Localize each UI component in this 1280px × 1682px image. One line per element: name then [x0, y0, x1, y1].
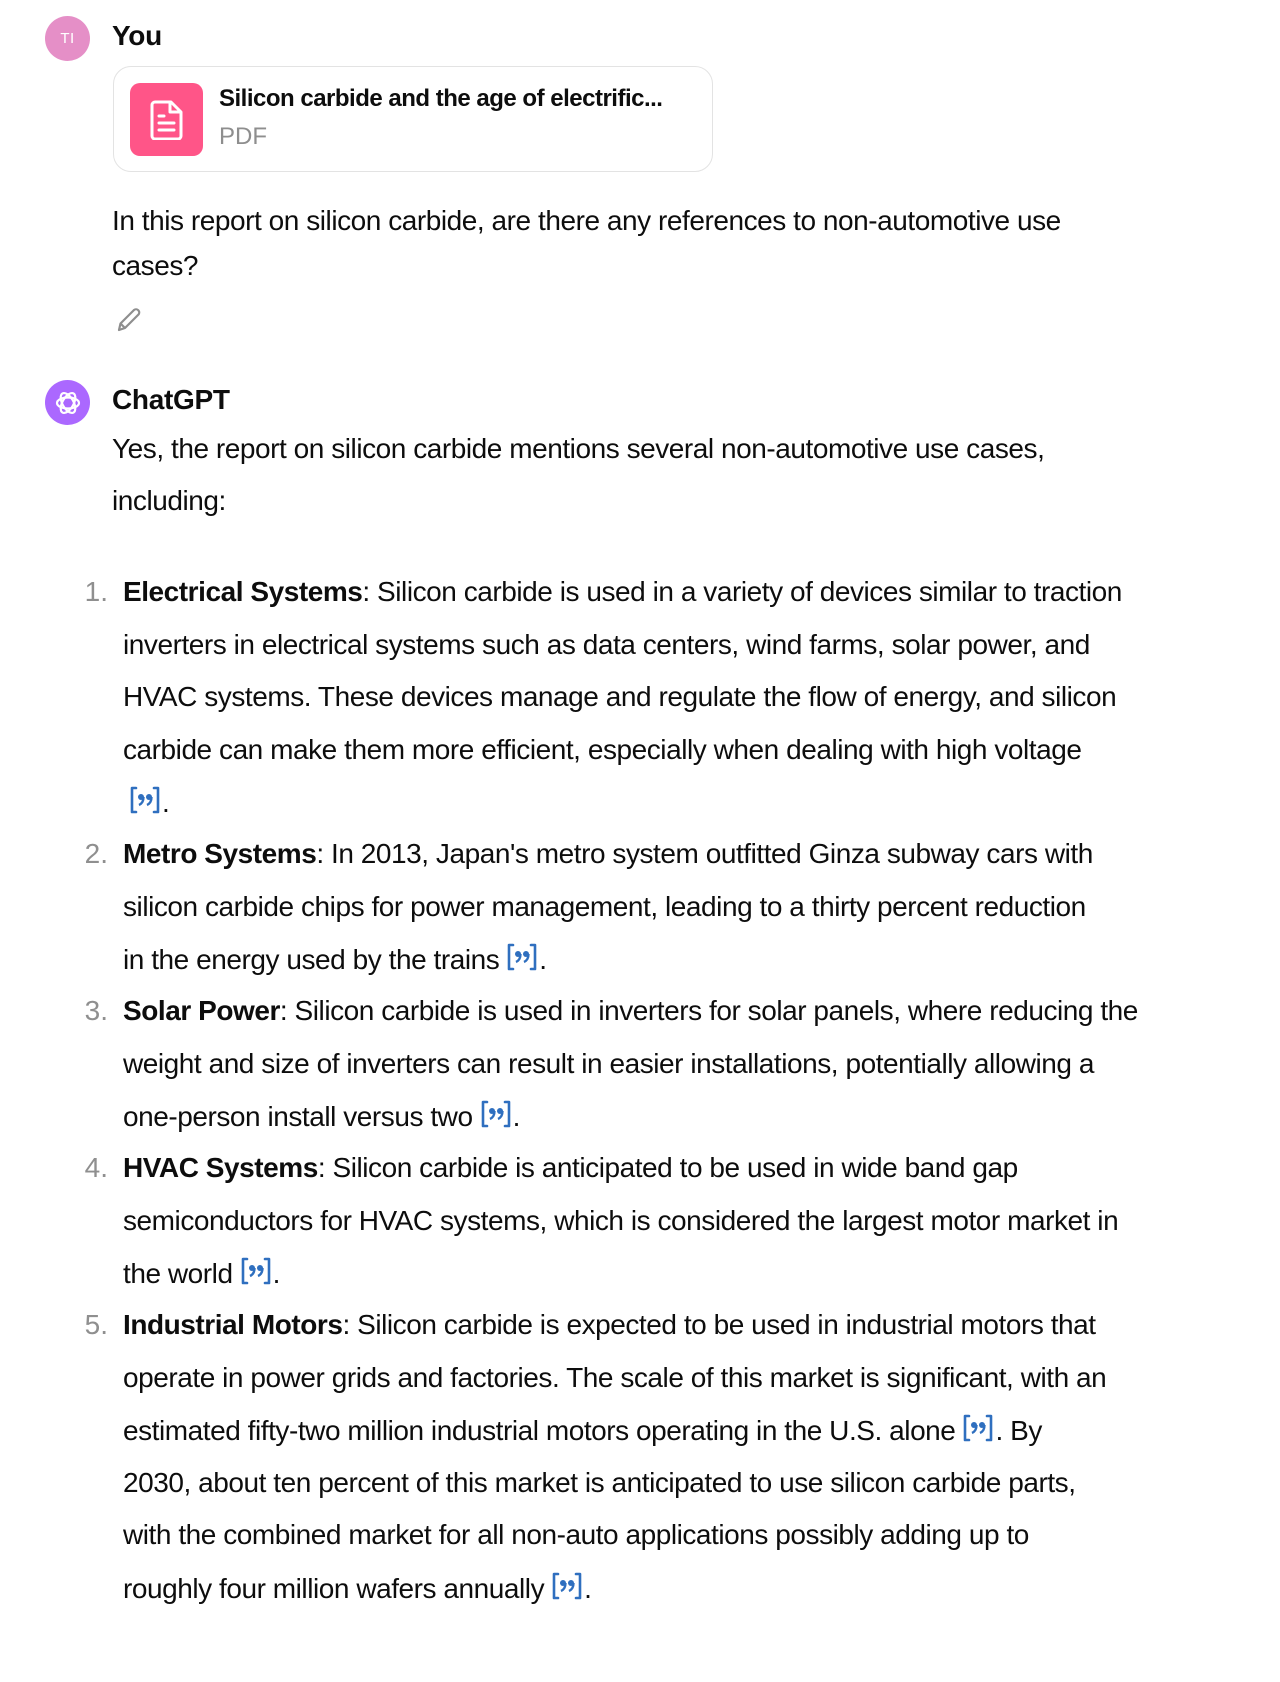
list-item-line: roughly four million wafers annually. — [123, 1571, 592, 1606]
list-item-line: Electrical Systems: Silicon carbide is u… — [123, 575, 1122, 609]
list-item-number: 1. — [84, 576, 108, 607]
list-item-text: : Silicon carbide is used in a variety o… — [362, 576, 1122, 607]
citation-icon[interactable] — [479, 1099, 513, 1129]
punctuation: . — [512, 1101, 521, 1132]
list-item-text: : Silicon carbide is anticipated to be u… — [317, 1152, 1018, 1183]
assistant-name: ChatGPT — [112, 384, 230, 415]
user-question-line: cases? — [112, 250, 199, 281]
list-item-text: one-person install versus two — [123, 1101, 473, 1132]
citation-icon[interactable] — [550, 1571, 584, 1601]
openai-logo-icon — [55, 391, 80, 414]
list-item-text: estimated fifty-two million industrial m… — [123, 1415, 956, 1446]
assistant-intro-line: Yes, the report on silicon carbide menti… — [112, 433, 1045, 464]
list-item-title: Solar Power — [123, 995, 280, 1026]
list-item-number: 5. — [84, 1309, 108, 1340]
list-item-text: roughly four million wafers annually — [123, 1572, 545, 1604]
list-item-text: in the energy used by the trains — [123, 944, 500, 975]
list-item-line: estimated fifty-two million industrial m… — [123, 1413, 1042, 1448]
user-avatar: TI — [45, 16, 90, 61]
file-icon-box — [130, 83, 203, 156]
list-item-line: . — [123, 785, 170, 820]
list-item-text: : Silicon carbide is used in inverters f… — [279, 995, 1138, 1026]
list-item-text: with the combined market for all non-aut… — [123, 1519, 1029, 1550]
list-item-number: 3. — [84, 995, 108, 1026]
list-item-text: silicon carbide chips for power manageme… — [123, 890, 1086, 922]
citation-icon[interactable] — [239, 1256, 273, 1286]
list-item-text: weight and size of inverters can result … — [123, 1047, 1094, 1079]
list-item-title: Metro Systems — [123, 838, 317, 869]
list-item-line: inverters in electrical systems such as … — [123, 628, 1090, 662]
attachment-card[interactable]: Silicon carbide and the age of electrifi… — [113, 66, 713, 172]
user-avatar-initials: TI — [60, 30, 75, 47]
list-item-text: : Silicon carbide is expected to be used… — [342, 1309, 1096, 1340]
list-item-line: silicon carbide chips for power manageme… — [123, 890, 1086, 924]
citation-icon[interactable] — [505, 942, 539, 972]
punctuation: . — [162, 787, 170, 818]
list-item-line: HVAC systems. These devices manage and r… — [123, 680, 1117, 714]
user-name: You — [112, 20, 162, 51]
list-item-number: 4. — [84, 1152, 108, 1183]
citation-icon[interactable] — [128, 785, 162, 815]
punctuation: . By — [995, 1415, 1042, 1446]
punctuation: . — [584, 1572, 592, 1604]
list-item-text: inverters in electrical systems such as … — [123, 628, 1090, 660]
pencil-icon[interactable] — [113, 304, 145, 336]
list-item-text: : In 2013, Japan's metro system outfitte… — [316, 838, 1093, 869]
attachment-type: PDF — [219, 123, 267, 150]
list-item-line: with the combined market for all non-aut… — [123, 1518, 1029, 1552]
list-item-text: HVAC systems. These devices manage and r… — [123, 681, 1117, 712]
list-item-line: Industrial Motors: Silicon carbide is ex… — [123, 1308, 1096, 1342]
list-item-line: carbide can make them more efficient, es… — [123, 733, 1082, 767]
list-item-line: Metro Systems: In 2013, Japan's metro sy… — [123, 837, 1093, 871]
list-item-line: semiconductors for HVAC systems, which i… — [123, 1204, 1119, 1238]
list-item-text: the world — [123, 1258, 233, 1289]
list-item-text: operate in power grids and factories. Th… — [123, 1361, 1107, 1393]
punctuation: . — [272, 1258, 281, 1289]
punctuation: . — [539, 944, 547, 975]
list-item-line: one-person install versus two. — [123, 1099, 520, 1134]
assistant-intro-line: including: — [112, 485, 226, 516]
list-item-line: the world. — [123, 1256, 280, 1291]
list-item-line: operate in power grids and factories. Th… — [123, 1361, 1107, 1395]
list-item-title: Industrial Motors — [123, 1309, 343, 1340]
user-question-line: In this report on silicon carbide, are t… — [112, 205, 1061, 236]
attachment-title: Silicon carbide and the age of electrifi… — [219, 85, 663, 112]
list-item-line: 2030, about ten percent of this market i… — [123, 1466, 1076, 1500]
list-item-line: in the energy used by the trains. — [123, 942, 547, 977]
document-icon — [150, 100, 182, 140]
list-item-line: weight and size of inverters can result … — [123, 1047, 1094, 1081]
list-item-text: semiconductors for HVAC systems, which i… — [123, 1204, 1119, 1236]
list-item-title: HVAC Systems — [123, 1152, 318, 1183]
list-item-text: 2030, about ten percent of this market i… — [123, 1466, 1076, 1498]
chatgpt-avatar — [45, 380, 90, 425]
list-item-text: carbide can make them more efficient, es… — [123, 733, 1082, 765]
list-item-line: Solar Power: Silicon carbide is used in … — [123, 994, 1138, 1028]
citation-icon[interactable] — [961, 1413, 995, 1443]
list-item-line: HVAC Systems: Silicon carbide is anticip… — [123, 1151, 1018, 1185]
list-item-title: Electrical Systems — [123, 576, 363, 607]
list-item-number: 2. — [84, 838, 108, 869]
